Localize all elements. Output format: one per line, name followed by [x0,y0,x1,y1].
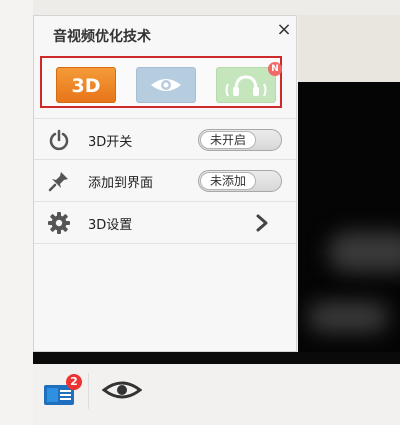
video-area [298,82,400,364]
panel-title: 音视频优化技术 [53,29,151,45]
toggle-text-add-to-interface: 未添加 [200,172,256,190]
eye-icon[interactable] [102,379,142,401]
toggle-text-3d-switch: 未开启 [200,131,256,149]
headphones-icon [225,75,267,97]
eye-icon [151,79,181,91]
row-3d-switch: 3D开关 未开启 [34,118,296,160]
row-label-add-to-interface: 添加到界面 [88,176,154,191]
tab-eye[interactable] [136,67,196,103]
close-icon[interactable]: × [274,20,294,40]
toggle-add-to-interface[interactable]: 未添加 [198,170,282,192]
notification-badge: 2 [66,374,82,390]
power-icon [49,129,69,151]
pin-icon [48,172,68,192]
tab-3d[interactable]: 3D [56,67,116,103]
toggle-3d-switch[interactable]: 未开启 [198,129,282,151]
new-badge: N [268,62,282,76]
row-label-3d-switch: 3D开关 [88,135,133,150]
gear-icon [48,212,70,234]
background-top [33,0,400,15]
tab-audio[interactable] [216,67,276,103]
row-3d-settings[interactable]: 3D设置 [34,202,296,244]
taskbar-top-strip [33,352,400,364]
row-label-3d-settings: 3D设置 [88,218,133,233]
mode-tabs: 3D N [40,56,282,108]
row-add-to-interface: 添加到界面 未添加 [34,160,296,202]
chevron-right-icon[interactable] [252,213,272,233]
svg-text:3D: 3D [72,75,101,97]
taskbar-divider [88,373,89,409]
3d-icon: 3D [72,75,101,97]
background-left [0,0,33,425]
audio-video-optimization-panel: 音视频优化技术 × 3D N 3D开关 未开启 添加到界面 未添加 3D设置 [33,15,297,352]
background-right [298,15,400,82]
